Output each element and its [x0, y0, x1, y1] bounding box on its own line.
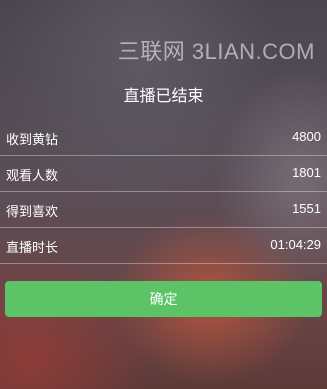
stats-list: 收到黄钻 4800 观看人数 1801 得到喜欢 1551 直播时长 01:04… — [0, 120, 327, 264]
stat-label: 得到喜欢 — [6, 205, 59, 220]
stat-row-yellow-diamonds: 收到黄钻 4800 — [0, 120, 327, 156]
stat-label: 收到黄钻 — [6, 133, 59, 148]
confirm-button[interactable]: 确定 — [5, 281, 322, 317]
stat-row-viewers: 观看人数 1801 — [0, 156, 327, 192]
stat-label: 观看人数 — [6, 169, 59, 184]
stat-value: 1551 — [292, 201, 321, 216]
stat-value: 01:04:29 — [270, 237, 321, 252]
watermark: 三联网 3LIAN.COM — [117, 39, 315, 64]
stat-row-likes: 得到喜欢 1551 — [0, 192, 327, 228]
page-title: 直播已结束 — [123, 86, 204, 105]
stat-value: 4800 — [292, 129, 321, 144]
stat-value: 1801 — [292, 165, 321, 180]
stat-row-duration: 直播时长 01:04:29 — [0, 228, 327, 264]
live-ended-screen: 三联网 3LIAN.COM 直播已结束 收到黄钻 4800 观看人数 1801 … — [0, 0, 327, 389]
stat-label: 直播时长 — [6, 241, 59, 256]
